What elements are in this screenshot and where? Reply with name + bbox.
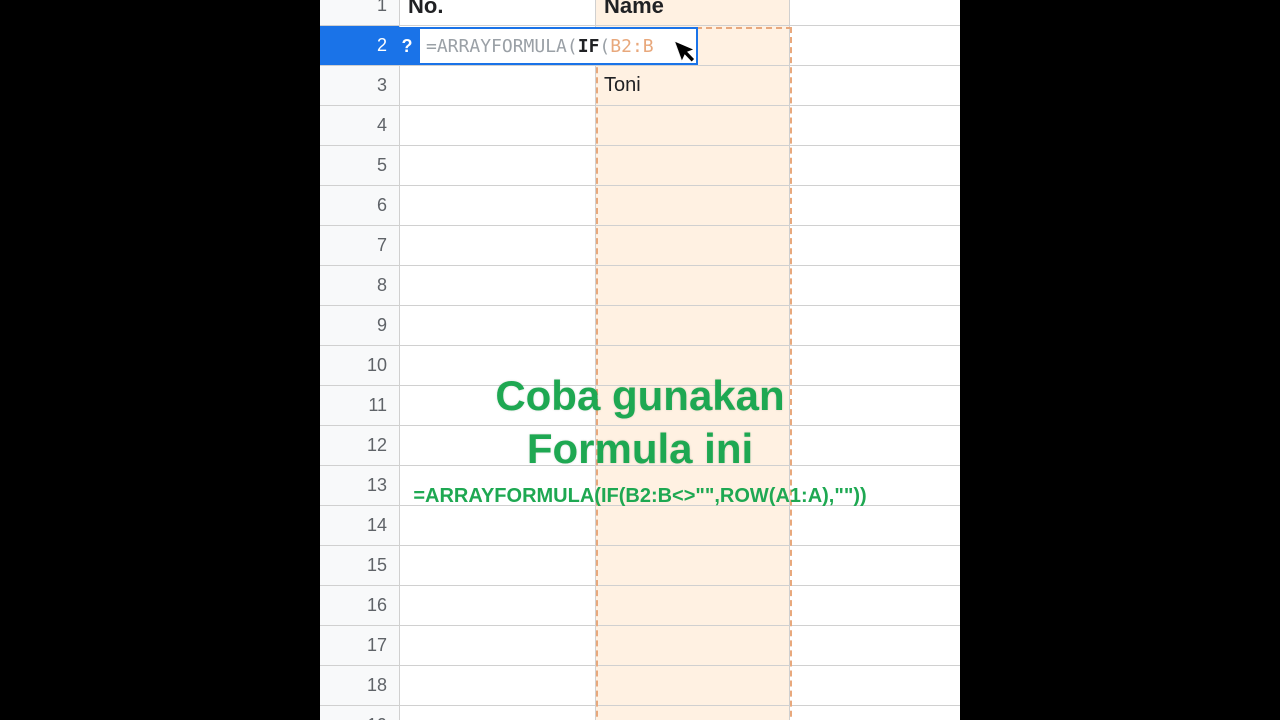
overlay-title-line2: Formula ini [320,423,960,476]
cell-a14[interactable] [400,506,596,545]
row-18: 18 [320,665,960,705]
cell-b5[interactable] [596,146,790,185]
row-header-16[interactable]: 16 [320,586,400,625]
cell-b8[interactable] [596,266,790,305]
cell-a18[interactable] [400,666,596,705]
overlay-title-line1: Coba gunakan [320,370,960,423]
row-header-14[interactable]: 14 [320,506,400,545]
row-header-5[interactable]: 5 [320,146,400,185]
row-header-9[interactable]: 9 [320,306,400,345]
row-header-3[interactable]: 3 [320,66,400,105]
cell-b18[interactable] [596,666,790,705]
row-7: 7 [320,225,960,265]
row-header-15[interactable]: 15 [320,546,400,585]
cell-b7[interactable] [596,226,790,265]
row-19: 19 [320,705,960,720]
formula-fn-if: IF [578,36,600,57]
cell-a5[interactable] [400,146,596,185]
row-header-17[interactable]: 17 [320,626,400,665]
row-16: 16 [320,585,960,625]
formula-eq: = [426,36,437,57]
formula-paren2: ( [599,36,610,57]
row-header-4[interactable]: 4 [320,106,400,145]
cell-b6[interactable] [596,186,790,225]
cell-a7[interactable] [400,226,596,265]
cell-a3[interactable] [400,66,596,105]
row-header-7[interactable]: 7 [320,226,400,265]
row-1: 1 No. Name [320,0,960,25]
row-5: 5 [320,145,960,185]
row-header-8[interactable]: 8 [320,266,400,305]
cell-c2[interactable] [790,26,960,65]
cell-b19[interactable] [596,706,790,720]
cell-b16[interactable] [596,586,790,625]
row-header-1[interactable]: 1 [320,0,400,25]
row-14: 14 [320,505,960,545]
row-header-6[interactable]: 6 [320,186,400,225]
cell-c1[interactable] [790,0,960,25]
cell-c3[interactable] [790,66,960,105]
row-9: 9 [320,305,960,345]
cell-a16[interactable] [400,586,596,625]
row-8: 8 [320,265,960,305]
cell-b9[interactable] [596,306,790,345]
cell-b1[interactable]: Name [596,0,790,25]
row-4: 4 [320,105,960,145]
overlay-formula-text: =ARRAYFORMULA(IF(B2:B<>"",ROW(A1:A),"")) [320,485,960,508]
formula-help-icon[interactable]: ? [396,27,418,65]
cell-a4[interactable] [400,106,596,145]
cell-b4[interactable] [596,106,790,145]
formula-input[interactable]: = ARRAYFORMULA ( IF ( B2:B [418,27,698,65]
formula-range: B2:B [610,36,653,57]
row-17: 17 [320,625,960,665]
cell-a1[interactable]: No. [400,0,596,25]
row-15: 15 [320,545,960,585]
row-header-18[interactable]: 18 [320,666,400,705]
cell-b15[interactable] [596,546,790,585]
row-6: 6 [320,185,960,225]
cell-a8[interactable] [400,266,596,305]
cell-a15[interactable] [400,546,596,585]
cell-b17[interactable] [596,626,790,665]
cell-b14[interactable] [596,506,790,545]
tutorial-overlay: Coba gunakan Formula ini =ARRAYFORMULA(I… [320,370,960,508]
row-header-19[interactable]: 19 [320,706,400,720]
formula-editor[interactable]: ? = ARRAYFORMULA ( IF ( B2:B [396,27,698,65]
cell-a17[interactable] [400,626,596,665]
formula-fn-arrayformula: ARRAYFORMULA [437,36,567,57]
row-header-2[interactable]: 2 [320,26,400,65]
cell-a6[interactable] [400,186,596,225]
row-3: 3 Toni [320,65,960,105]
grid[interactable]: 1 No. Name 2 3 Toni 4 5 6 7 8 9 10 11 12… [320,0,960,720]
formula-paren1: ( [567,36,578,57]
cell-a19[interactable] [400,706,596,720]
cell-a9[interactable] [400,306,596,345]
spreadsheet-window: 1 No. Name 2 3 Toni 4 5 6 7 8 9 10 11 12… [320,0,960,720]
